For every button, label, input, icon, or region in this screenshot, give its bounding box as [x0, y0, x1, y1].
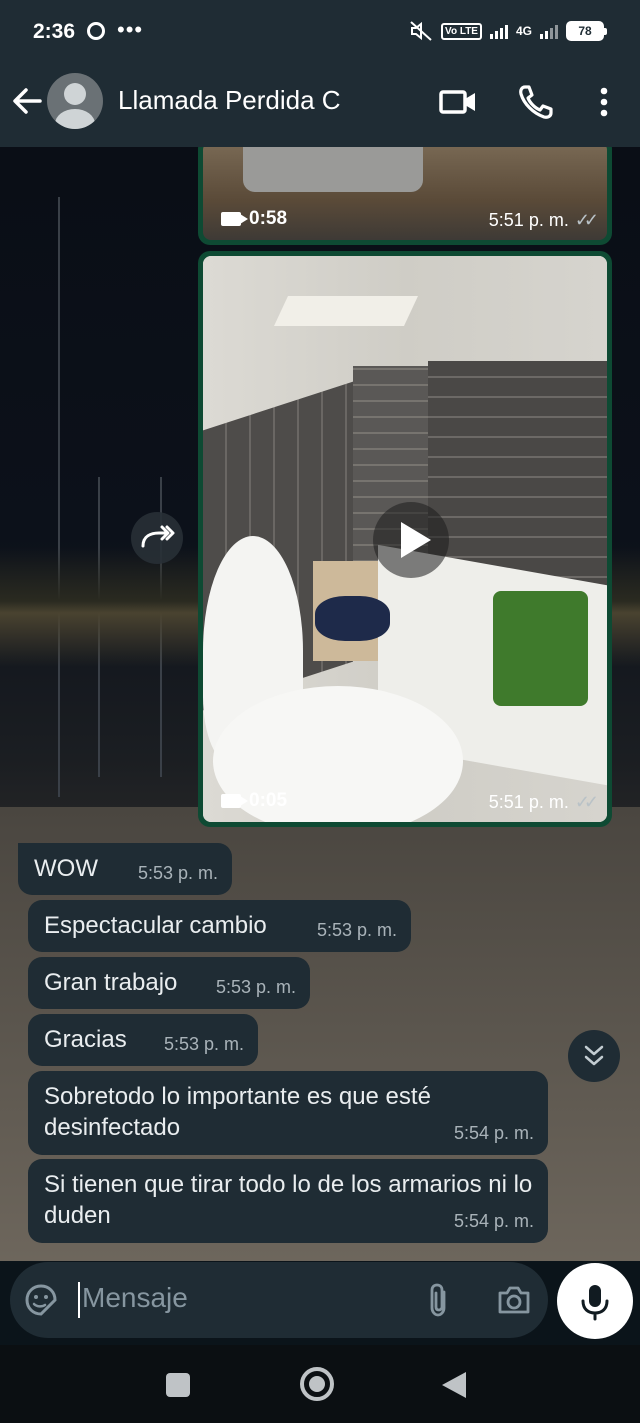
scroll-to-bottom-button[interactable]: [568, 1030, 620, 1082]
notification-icon: [87, 22, 105, 40]
message-time: 5:53 p. m.: [215, 977, 296, 997]
text-cursor: [78, 1282, 80, 1318]
attach-icon[interactable]: [422, 1282, 456, 1318]
back-arrow-icon[interactable]: [10, 84, 44, 118]
network-type: 4G: [515, 24, 532, 38]
message-input[interactable]: Mensaje: [82, 1282, 188, 1314]
battery-level: 78: [578, 24, 592, 38]
signal-icon: [489, 23, 508, 39]
mute-icon: [410, 21, 432, 41]
play-button[interactable]: [373, 502, 449, 578]
message-text: Sobretodo lo importante es que esté desi…: [44, 1083, 431, 1141]
sticker-emoji-icon[interactable]: [24, 1283, 58, 1317]
back-button[interactable]: [442, 1372, 466, 1398]
message-time: 5:51 p. m. ✓✓: [488, 792, 599, 812]
recents-button[interactable]: [166, 1373, 190, 1397]
status-time: 2:36: [33, 20, 76, 43]
read-ticks-icon: ✓✓: [574, 792, 599, 812]
avatar[interactable]: [47, 73, 103, 129]
message-bubble[interactable]: WOW 5:53 p. m.: [18, 843, 232, 895]
camera-icon[interactable]: [496, 1283, 532, 1317]
message-time: 5:53 p. m.: [163, 1034, 244, 1054]
message-bubble[interactable]: Gracias 5:53 p. m.: [28, 1014, 258, 1066]
video-camera-icon: [221, 212, 248, 226]
video-camera-icon: [221, 794, 248, 808]
chat-area[interactable]: 0:58 5:51 p. m. ✓✓ 0:05 5:51 p. m. ✓✓ WO…: [0, 147, 640, 1261]
video-call-icon[interactable]: [438, 82, 478, 122]
message-text: Espectacular cambio: [44, 912, 267, 939]
message-text: WOW: [34, 855, 98, 882]
message-bubble[interactable]: Si tienen que tirar todo lo de los armar…: [28, 1159, 548, 1243]
video-duration: 0:05: [221, 790, 287, 812]
home-button[interactable]: [300, 1367, 334, 1401]
video-duration: 0:58: [221, 208, 287, 230]
message-time: 5:51 p. m. ✓✓: [488, 210, 599, 230]
message-time: 5:54 p. m.: [453, 1211, 534, 1231]
status-icons: Vo LTE 4G 78: [409, 20, 607, 42]
message-time: 5:53 p. m.: [137, 863, 218, 883]
battery-icon: 78: [566, 21, 607, 41]
more-options-icon[interactable]: [584, 82, 624, 122]
message-composer: Mensaje: [10, 1262, 548, 1338]
message-bubble[interactable]: Espectacular cambio 5:53 p. m.: [28, 900, 411, 952]
video-message[interactable]: 0:05 5:51 p. m. ✓✓: [198, 251, 612, 827]
message-bubble[interactable]: Gran trabajo 5:53 p. m.: [28, 957, 310, 1009]
chat-header: Llamada Perdida C: [0, 64, 640, 147]
message-time: 5:53 p. m.: [316, 920, 397, 940]
read-ticks-icon: ✓✓: [574, 210, 599, 230]
status-bar: 2:36 ••• Vo LTE 4G 78: [0, 0, 640, 64]
contact-name[interactable]: Llamada Perdida C: [118, 85, 341, 116]
voice-message-button[interactable]: [557, 1263, 633, 1339]
video-thumbnail[interactable]: 0:58 5:51 p. m. ✓✓: [203, 147, 607, 240]
message-text: Gracias: [44, 1026, 127, 1053]
message-time: 5:54 p. m.: [453, 1123, 534, 1143]
message-bubble[interactable]: Sobretodo lo importante es que esté desi…: [28, 1071, 548, 1155]
more-notifications-icon: •••: [117, 17, 144, 42]
message-text: Gran trabajo: [44, 969, 178, 996]
volte-badge: Vo LTE: [441, 22, 482, 40]
video-message[interactable]: 0:58 5:51 p. m. ✓✓: [198, 147, 612, 245]
signal-icon-2: [540, 23, 558, 39]
system-nav-bar: [0, 1345, 640, 1423]
forward-icon[interactable]: [131, 512, 183, 564]
video-thumbnail[interactable]: 0:05 5:51 p. m. ✓✓: [203, 256, 607, 822]
phone-call-icon[interactable]: [516, 82, 556, 122]
